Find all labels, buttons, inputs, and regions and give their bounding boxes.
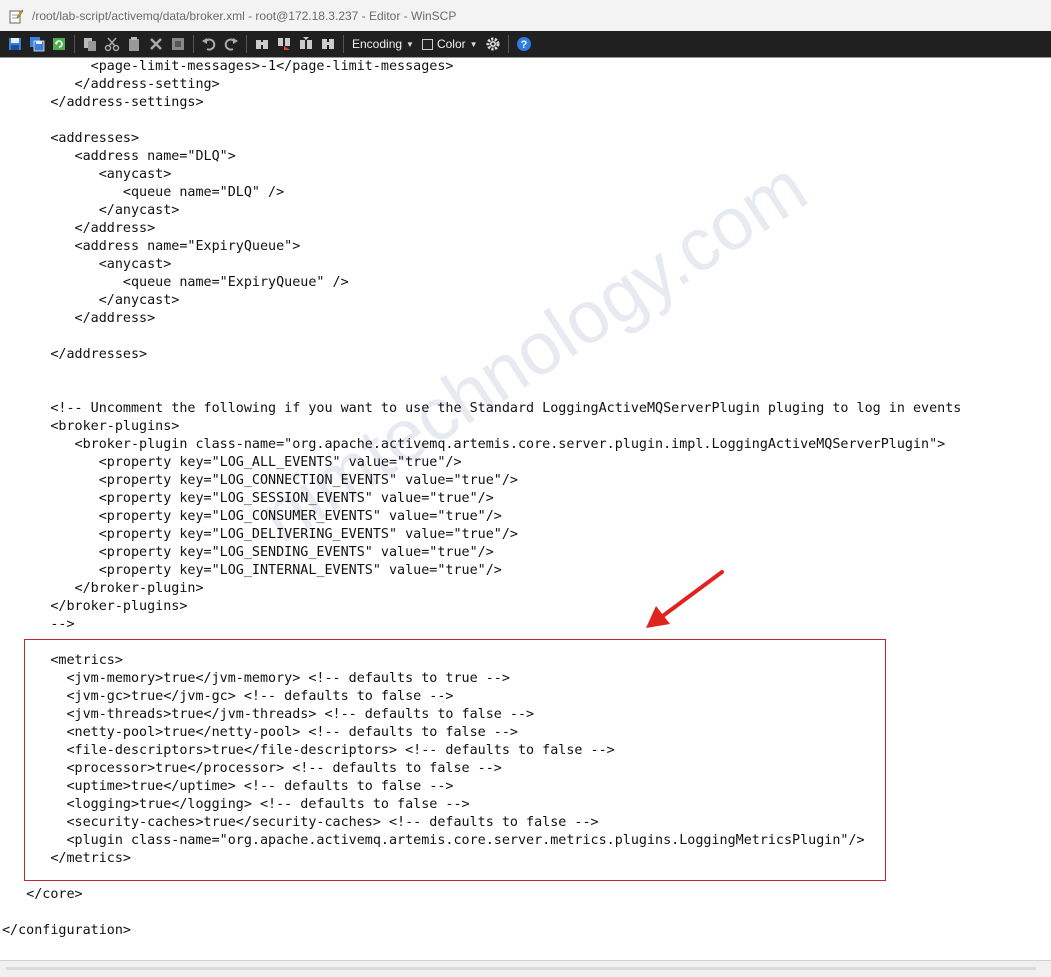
code-line[interactable]: <addresses> [2, 130, 961, 148]
find-icon[interactable] [252, 34, 272, 54]
code-line[interactable]: <anycast> [2, 166, 961, 184]
code-line[interactable]: </broker-plugins> [2, 598, 961, 616]
code-line[interactable]: <anycast> [2, 256, 961, 274]
code-line[interactable]: <queue name="DLQ" /> [2, 184, 961, 202]
code-line[interactable]: <property key="LOG_SESSION_EVENTS" value… [2, 490, 961, 508]
find-next-icon[interactable] [296, 34, 316, 54]
color-checkbox[interactable] [421, 38, 433, 50]
delete-icon[interactable] [146, 34, 166, 54]
chevron-down-icon: ▼ [469, 39, 478, 49]
copy-icon[interactable] [80, 34, 100, 54]
code-line[interactable]: <address name="DLQ"> [2, 148, 961, 166]
toolbar-separator [343, 35, 344, 53]
code-line[interactable] [2, 904, 961, 922]
select-all-icon[interactable] [168, 34, 188, 54]
gear-icon[interactable] [483, 34, 503, 54]
code-line[interactable]: <broker-plugin class-name="org.apache.ac… [2, 436, 961, 454]
code-line[interactable] [2, 382, 961, 400]
editor-toolbar: Encoding ▼ Color ▼ ? [0, 31, 1051, 57]
toolbar-separator [507, 35, 509, 53]
code-line[interactable]: <property key="LOG_ALL_EVENTS" value="tr… [2, 454, 961, 472]
window-title: /root/lab-script/activemq/data/broker.xm… [32, 8, 457, 23]
code-line[interactable]: </address> [2, 220, 961, 238]
notepad-edit-icon [9, 9, 24, 23]
save-all-icon[interactable] [27, 34, 47, 54]
cut-icon[interactable] [102, 34, 122, 54]
color-label: Color [436, 37, 466, 51]
scrollbar-horizontal[interactable] [6, 967, 1036, 970]
replace-icon[interactable] [274, 34, 294, 54]
status-bar [0, 960, 1051, 977]
code-line[interactable]: </address-setting> [2, 76, 961, 94]
save-icon[interactable] [5, 34, 25, 54]
code-line[interactable]: <queue name="ExpiryQueue" /> [2, 274, 961, 292]
code-line[interactable]: </address-settings> [2, 94, 961, 112]
chevron-down-icon: ▼ [406, 39, 414, 49]
paste-icon[interactable] [124, 34, 144, 54]
code-line[interactable]: <property key="LOG_CONSUMER_EVENTS" valu… [2, 508, 961, 526]
toolbar-separator [74, 35, 75, 53]
code-line[interactable]: <property key="LOG_SENDING_EVENTS" value… [2, 544, 961, 562]
code-line[interactable]: <page-limit-messages>-1</page-limit-mess… [2, 58, 961, 76]
code-line[interactable]: </anycast> [2, 202, 961, 220]
code-line[interactable]: <property key="LOG_INTERNAL_EVENTS" valu… [2, 562, 961, 580]
code-line[interactable]: <property key="LOG_DELIVERING_EVENTS" va… [2, 526, 961, 544]
code-line[interactable]: <!-- Uncomment the following if you want… [2, 400, 961, 418]
code-line[interactable]: </addresses> [2, 346, 961, 364]
title-bar: /root/lab-script/activemq/data/broker.xm… [0, 0, 1051, 31]
toolbar-separator [246, 35, 247, 53]
code-line[interactable] [2, 112, 961, 130]
code-line[interactable] [2, 364, 961, 382]
color-dropdown[interactable]: Color ▼ [418, 37, 482, 51]
code-line[interactable]: <property key="LOG_CONNECTION_EVENTS" va… [2, 472, 961, 490]
reload-icon[interactable] [49, 34, 69, 54]
code-line[interactable]: </broker-plugin> [2, 580, 961, 598]
metrics-highlight-box [24, 639, 886, 881]
encoding-label: Encoding [352, 37, 403, 51]
code-line[interactable]: </address> [2, 310, 961, 328]
toolbar-separator [193, 35, 194, 53]
code-line[interactable]: <broker-plugins> [2, 418, 961, 436]
code-line[interactable] [2, 328, 961, 346]
red-arrow-icon [646, 570, 724, 628]
help-icon[interactable]: ? [514, 34, 534, 54]
code-line[interactable]: </core> [2, 886, 961, 904]
go-to-line-icon[interactable] [318, 34, 338, 54]
redo-icon[interactable] [221, 34, 241, 54]
svg-text:?: ? [520, 39, 527, 51]
undo-icon[interactable] [199, 34, 219, 54]
code-line[interactable]: </anycast> [2, 292, 961, 310]
encoding-dropdown[interactable]: Encoding ▼ [348, 37, 418, 51]
code-line[interactable]: --> [2, 616, 961, 634]
code-line[interactable]: </configuration> [2, 922, 961, 940]
code-editor[interactable]: nimtechnology.com <page-limit-messages>-… [0, 57, 1051, 961]
code-line[interactable]: <address name="ExpiryQueue"> [2, 238, 961, 256]
